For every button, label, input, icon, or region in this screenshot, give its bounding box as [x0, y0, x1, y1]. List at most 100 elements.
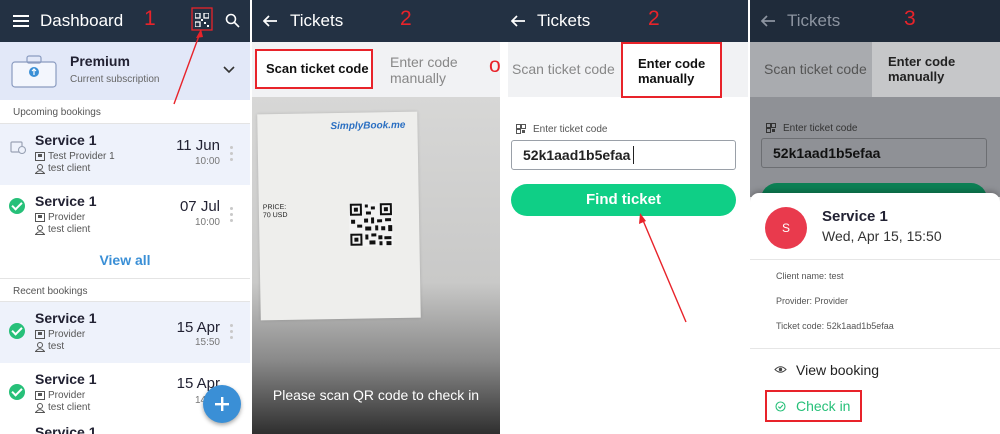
- ticket-tabs: Scan ticket code Enter code manually: [252, 42, 500, 97]
- step-number: 3: [904, 7, 916, 30]
- tickets-manual-screen: Tickets 2 Scan ticket code Enter code ma…: [500, 0, 748, 434]
- booking-date: 11 Jun: [176, 137, 220, 154]
- qr-code-image: [348, 202, 394, 247]
- page-title: Dashboard: [40, 11, 124, 30]
- eye-icon: [774, 366, 787, 373]
- more-options-icon[interactable]: [230, 324, 234, 342]
- booking-client: test client: [48, 163, 91, 174]
- page-title: Tickets: [290, 11, 344, 30]
- view-all-link[interactable]: View all: [0, 246, 250, 278]
- more-options-icon[interactable]: [230, 146, 234, 164]
- provider-icon: [35, 152, 45, 161]
- step-number: 2: [648, 7, 660, 30]
- provider-name: Provider: Provider: [776, 296, 849, 306]
- divider: [750, 348, 1000, 349]
- subscription-caption: Current subscription: [70, 74, 160, 85]
- check-in-button[interactable]: Check in: [765, 390, 862, 422]
- booking-provider: Provider: [48, 329, 86, 340]
- upcoming-heading: Upcoming bookings: [0, 100, 250, 124]
- booking-client: test client: [48, 224, 91, 235]
- booking-service: Service 1: [35, 193, 97, 209]
- ticket-code-text: Ticket code: 52k1aad1b5efaa: [776, 321, 894, 331]
- briefcase-icon: [11, 55, 57, 88]
- client-icon: [35, 403, 45, 413]
- booking-time: 10:00: [194, 156, 220, 167]
- text-cursor: [633, 146, 634, 164]
- add-booking-button[interactable]: [203, 385, 241, 423]
- dimmed-background: Enter ticket code 52k1aad1b5efaa: [750, 97, 1000, 203]
- price-label: PRICE:: [262, 203, 287, 212]
- check-circle-icon: [775, 401, 786, 412]
- tab-enter-manually[interactable]: Enter code manually: [621, 42, 722, 98]
- ticket-code-value: 52k1aad1b5efaa: [523, 147, 631, 163]
- booking-time: 15:50: [194, 337, 220, 348]
- page-title: Tickets: [537, 11, 591, 30]
- subscription-name: Premium: [70, 53, 130, 69]
- tab-label: Enter code manually: [638, 56, 706, 86]
- ticket-tabs: Scan ticket code Enter code manually: [508, 42, 748, 98]
- booking-service: Service 1: [35, 310, 97, 326]
- back-arrow-icon[interactable]: [263, 15, 278, 27]
- pending-calendar-icon: [10, 141, 26, 154]
- back-arrow-icon[interactable]: [761, 15, 776, 27]
- divider: [750, 259, 1000, 260]
- booking-provider: Provider: [48, 212, 86, 223]
- ticket-code-value: 52k1aad1b5efaa: [773, 145, 881, 161]
- tickets-scan-screen: Tickets 2 Scan ticket code Enter code ma…: [252, 0, 500, 434]
- tickets-header: Tickets 3: [750, 0, 1000, 42]
- qr-code-icon[interactable]: [195, 13, 209, 27]
- tab-label: Scan ticket code: [266, 61, 369, 76]
- view-booking-label: View booking: [796, 362, 880, 378]
- tab-scan-ticket[interactable]: Scan ticket code: [512, 61, 615, 77]
- check-in-label: Check in: [796, 398, 851, 414]
- client-icon: [35, 225, 45, 235]
- subscription-card[interactable]: Premium Current subscription: [0, 42, 250, 100]
- provider-icon: [35, 391, 45, 400]
- booking-provider: Test Provider 1: [48, 151, 115, 162]
- tickets-header: Tickets 2: [500, 0, 748, 42]
- tab-scan-ticket[interactable]: Scan ticket code: [764, 61, 867, 77]
- booking-client: test client: [48, 402, 91, 413]
- page-title: Tickets: [787, 11, 841, 30]
- booking-service: Service 1: [822, 208, 888, 225]
- booking-row[interactable]: Service 1 Provider test 15 Apr 15:50: [0, 302, 250, 363]
- ticket-code-input: 52k1aad1b5efaa: [761, 138, 987, 168]
- ticket-paper: SimplyBook.me PRICE: 70 USD: [257, 111, 421, 321]
- booking-time: 10:00: [194, 217, 220, 228]
- booking-row[interactable]: Service 1 Provider test client 07 Jul 10…: [0, 185, 250, 246]
- booking-service: Service 1: [35, 132, 97, 148]
- client-icon: [35, 164, 45, 174]
- booking-service: Service 1: [35, 371, 97, 387]
- tab-enter-manually[interactable]: Enter code manually: [888, 54, 978, 84]
- booking-date: 15 Apr: [176, 319, 220, 336]
- ticket-code-input[interactable]: 52k1aad1b5efaa: [511, 140, 736, 170]
- provider-icon: [35, 213, 45, 222]
- confirmed-check-icon: [9, 198, 25, 214]
- client-name: Client name: test: [776, 271, 844, 281]
- qr-small-icon: [516, 124, 526, 134]
- booking-provider: Provider: [48, 390, 86, 401]
- ticket-code-label: Enter ticket code: [533, 124, 608, 135]
- chevron-down-icon[interactable]: [223, 66, 235, 74]
- confirmed-check-icon: [9, 384, 25, 400]
- booking-row[interactable]: Service 1 Test Provider 1 test client 11…: [0, 124, 250, 185]
- search-icon[interactable]: [225, 13, 240, 28]
- menu-icon[interactable]: [13, 14, 29, 28]
- more-options-icon[interactable]: [230, 207, 234, 225]
- qr-small-icon: [766, 123, 776, 133]
- step-number: 2: [400, 7, 412, 30]
- camera-viewfinder[interactable]: SimplyBook.me PRICE: 70 USD Please scan …: [252, 97, 500, 434]
- ticket-code-label: Enter ticket code: [783, 123, 858, 134]
- view-booking-button[interactable]: View booking: [774, 361, 984, 381]
- back-arrow-icon[interactable]: [511, 15, 526, 27]
- dashboard-header: Dashboard 1: [0, 0, 250, 42]
- booking-service-partial: Service 1: [35, 424, 97, 434]
- find-ticket-button[interactable]: Find ticket: [511, 184, 736, 216]
- tab-scan-ticket[interactable]: Scan ticket code: [255, 49, 373, 89]
- recent-heading: Recent bookings: [0, 278, 250, 302]
- step-number: 1: [144, 7, 156, 30]
- client-icon: [35, 342, 45, 352]
- confirmed-check-icon: [9, 323, 25, 339]
- booking-datetime: Wed, Apr 15, 15:50: [822, 228, 942, 244]
- tab-enter-manually[interactable]: Enter code manually: [390, 54, 480, 86]
